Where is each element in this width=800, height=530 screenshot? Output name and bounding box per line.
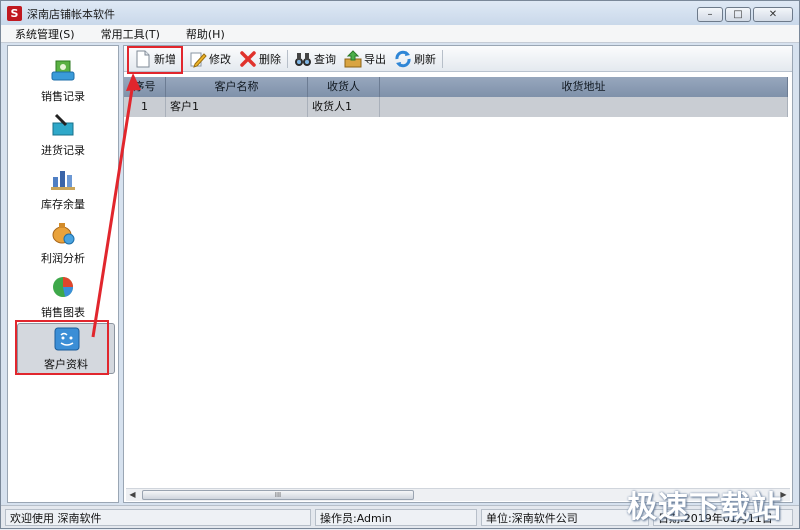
profit-analysis-icon bbox=[52, 223, 75, 245]
main-panel: 新增 修改 删除 查询 导出 刷新 序号 客户名称 收货人 收货地址 1 客户1… bbox=[123, 45, 793, 503]
status-operator: 操作员:Admin bbox=[315, 509, 477, 526]
pie-chart-icon bbox=[53, 277, 73, 297]
toolbar-separator bbox=[442, 49, 443, 68]
purchase-record-icon bbox=[52, 113, 74, 136]
sidebar-item-profit[interactable]: 利润分析 bbox=[8, 218, 118, 270]
sidebar: 销售记录 进货记录 库存余量 利润分析 销售图表 客户资料 bbox=[7, 45, 119, 503]
sidebar-item-sales[interactable]: 销售记录 bbox=[8, 56, 118, 108]
refresh-button[interactable]: 刷新 bbox=[390, 48, 440, 70]
refresh-icon bbox=[395, 50, 411, 67]
export-button[interactable]: 导出 bbox=[340, 48, 390, 70]
status-company: 单位:深南软件公司 bbox=[481, 509, 649, 526]
export-label: 导出 bbox=[364, 52, 386, 66]
sidebar-item-inventory[interactable]: 库存余量 bbox=[8, 164, 118, 216]
sales-record-icon bbox=[51, 60, 75, 81]
cell-index: 1 bbox=[124, 97, 166, 117]
sidebar-item-chart[interactable]: 销售图表 bbox=[8, 272, 118, 324]
maximize-button[interactable]: □ bbox=[725, 7, 751, 22]
column-header-name[interactable]: 客户名称 bbox=[166, 77, 308, 97]
edit-label: 修改 bbox=[209, 52, 231, 66]
menu-tools[interactable]: 常用工具(T) bbox=[95, 26, 166, 42]
scroll-left-icon[interactable]: ◀ bbox=[126, 489, 139, 501]
cell-name: 客户1 bbox=[166, 97, 308, 117]
watermark: 极速下载站 bbox=[627, 490, 782, 525]
toolbar-separator bbox=[287, 49, 288, 68]
menu-system[interactable]: 系统管理(S) bbox=[9, 26, 81, 42]
query-button[interactable]: 查询 bbox=[290, 48, 340, 70]
table-row[interactable]: 1 客户1 收货人1 bbox=[124, 97, 788, 117]
close-icon: ✕ bbox=[768, 9, 778, 20]
title-bar: S 深南店铺帐本软件 – □ ✕ bbox=[1, 1, 799, 25]
sidebar-item-purchase[interactable]: 进货记录 bbox=[8, 110, 118, 162]
sidebar-item-label: 销售图表 bbox=[41, 306, 85, 319]
minimize-button[interactable]: – bbox=[697, 7, 723, 22]
edit-pencil-icon bbox=[190, 52, 207, 68]
customer-table: 序号 客户名称 收货人 收货地址 1 客户1 收货人1 bbox=[124, 73, 792, 491]
binoculars-icon bbox=[295, 52, 311, 66]
new-button-highlight bbox=[127, 46, 183, 74]
app-logo-icon: S bbox=[7, 6, 22, 21]
close-button[interactable]: ✕ bbox=[753, 7, 793, 22]
column-header-index[interactable]: 序号 bbox=[124, 77, 166, 97]
customer-item-highlight bbox=[15, 320, 109, 375]
edit-button[interactable]: 修改 bbox=[185, 48, 235, 70]
column-header-receiver[interactable]: 收货人 bbox=[308, 77, 380, 97]
inventory-icon bbox=[51, 171, 75, 190]
sidebar-item-label: 进货记录 bbox=[41, 144, 85, 157]
table-header: 序号 客户名称 收货人 收货地址 bbox=[124, 77, 788, 97]
sidebar-item-label: 销售记录 bbox=[41, 90, 85, 103]
sidebar-item-label: 利润分析 bbox=[41, 252, 85, 265]
scroll-thumb[interactable]: III bbox=[142, 490, 414, 500]
column-header-address[interactable]: 收货地址 bbox=[380, 77, 788, 97]
query-label: 查询 bbox=[314, 52, 336, 66]
delete-button[interactable]: 删除 bbox=[235, 48, 285, 70]
cell-receiver: 收货人1 bbox=[308, 97, 380, 117]
menu-bar: 系统管理(S) 常用工具(T) 帮助(H) bbox=[1, 25, 799, 43]
menu-help[interactable]: 帮助(H) bbox=[180, 26, 231, 42]
status-welcome: 欢迎使用 深南软件 bbox=[5, 509, 311, 526]
toolbar: 新增 修改 删除 查询 导出 刷新 bbox=[124, 46, 792, 72]
app-window: S 深南店铺帐本软件 – □ ✕ 系统管理(S) 常用工具(T) 帮助(H) 销… bbox=[0, 0, 800, 529]
window-title: 深南店铺帐本软件 bbox=[27, 8, 115, 21]
minimize-icon: – bbox=[707, 9, 713, 20]
refresh-label: 刷新 bbox=[414, 52, 436, 66]
delete-x-icon bbox=[240, 50, 256, 67]
cell-address bbox=[380, 97, 788, 117]
export-icon bbox=[344, 49, 362, 67]
maximize-icon: □ bbox=[733, 9, 743, 20]
sidebar-item-label: 库存余量 bbox=[41, 198, 85, 211]
delete-label: 删除 bbox=[259, 52, 281, 66]
